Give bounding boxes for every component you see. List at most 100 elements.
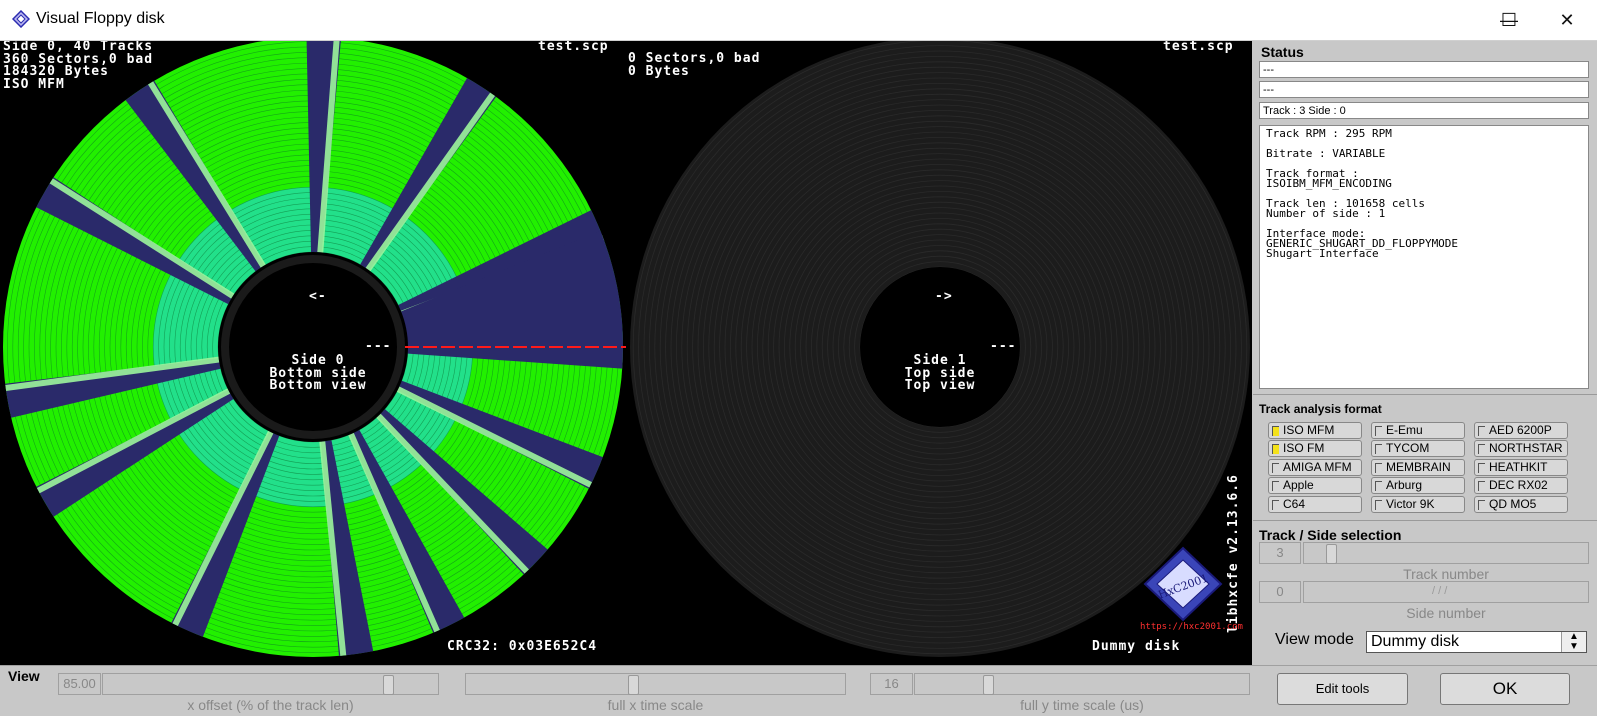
checkbox-icon xyxy=(1375,463,1382,473)
floppy-app-icon xyxy=(12,10,30,28)
format-label: ISO FM xyxy=(1283,441,1325,455)
track-number-slider[interactable] xyxy=(1303,542,1589,564)
crc-text: CRC32: 0x03E652C4 xyxy=(447,639,598,654)
status-field-3: Track : 3 Side : 0 xyxy=(1259,102,1589,119)
window-title: Visual Floppy disk xyxy=(36,10,165,27)
side0-filename: test.scp xyxy=(538,41,609,54)
disk-view-canvas[interactable]: Side 0, 40 Tracks 360 Sectors,0 bad 184320… xyxy=(0,41,1252,665)
checkbox-icon xyxy=(1375,500,1382,510)
checkbox-icon xyxy=(1375,481,1382,491)
format-checkbox-c64[interactable]: C64 xyxy=(1268,496,1362,513)
x-offset-slider[interactable] xyxy=(102,673,439,695)
status-field-2: --- xyxy=(1259,81,1589,98)
checkbox-icon xyxy=(1478,444,1485,454)
format-label: QD MO5 xyxy=(1489,497,1537,511)
status-line: Track RPM : 295 RPM xyxy=(1266,127,1392,140)
format-label: AED 6200P xyxy=(1489,423,1552,437)
view-bar: View 85.00 x offset (% of the track len)… xyxy=(0,665,1597,716)
y-time-scale-slider[interactable] xyxy=(914,673,1250,695)
x-offset-value[interactable]: 85.00 xyxy=(58,673,101,695)
checkbox-icon xyxy=(1272,426,1279,436)
format-label: DEC RX02 xyxy=(1489,478,1548,492)
format-checkbox-e-emu[interactable]: E-Emu xyxy=(1371,422,1465,439)
format-checkbox-victor-9k[interactable]: Victor 9K xyxy=(1371,496,1465,513)
side1-arrow: -> xyxy=(935,289,953,304)
status-field-1: --- xyxy=(1259,61,1589,78)
x-offset-label: x offset (% of the track len) xyxy=(187,697,354,713)
updown-arrow-icon[interactable]: ▲ ▼ xyxy=(1561,632,1586,652)
format-checkbox-heathkit[interactable]: HEATHKIT xyxy=(1474,459,1568,476)
x-offset-thumb[interactable] xyxy=(383,675,394,695)
side0-arrow: <- xyxy=(309,289,327,304)
format-checkbox-iso-mfm[interactable]: ISO MFM xyxy=(1268,422,1362,439)
url-link[interactable]: https://hxc2001.com xyxy=(1140,622,1243,632)
status-details: Track RPM : 295 RPM Bitrate : VARIABLE T… xyxy=(1259,125,1589,389)
status-title: Status xyxy=(1261,44,1304,60)
checkbox-icon xyxy=(1478,463,1485,473)
checkbox-icon xyxy=(1478,426,1485,436)
view-mode-value: Dummy disk xyxy=(1371,633,1460,650)
side1-info: 0 Sectors,0 bad 0 Bytes xyxy=(628,52,760,79)
x-time-scale-slider[interactable] xyxy=(465,673,846,695)
x-time-scale-label: full x time scale xyxy=(607,697,704,713)
format-label: MEMBRAIN xyxy=(1386,460,1451,474)
close-button[interactable]: ✕ xyxy=(1538,0,1596,40)
status-line: Bitrate : VARIABLE xyxy=(1266,147,1386,160)
maximize-button[interactable]: ☐ xyxy=(1480,0,1538,40)
y-time-scale-thumb[interactable] xyxy=(983,675,994,695)
format-checkbox-northstar[interactable]: NORTHSTAR xyxy=(1474,440,1568,457)
edit-tools-button[interactable]: Edit tools xyxy=(1277,673,1408,705)
side1-filename: test.scp xyxy=(1163,41,1234,54)
format-label: NORTHSTAR xyxy=(1489,441,1563,455)
format-checkbox-qd-mo5[interactable]: QD MO5 xyxy=(1474,496,1568,513)
track-number-label: Track number xyxy=(1403,566,1489,582)
version-text: libhxcfe v2.13.6.6 xyxy=(1226,474,1241,633)
format-checkbox-dec-rx02[interactable]: DEC RX02 xyxy=(1474,477,1568,494)
side0-info-line: ISO MFM xyxy=(3,76,65,92)
track-slider-thumb[interactable] xyxy=(1326,544,1337,564)
hxc-logo: HxC2001 xyxy=(1143,546,1223,622)
side1-info-line: 0 Bytes xyxy=(628,63,690,79)
track-number-value[interactable]: 3 xyxy=(1259,542,1301,564)
format-checkbox-amiga-mfm[interactable]: AMIGA MFM xyxy=(1268,459,1362,476)
format-label: C64 xyxy=(1283,497,1306,511)
checkbox-icon xyxy=(1272,481,1279,491)
format-checkbox-aed-6200p[interactable]: AED 6200P xyxy=(1474,422,1568,439)
side0-label: Bottom view xyxy=(269,378,367,393)
format-label: TYCOM xyxy=(1386,441,1430,455)
side1-labels: Side 1 Top side Top view xyxy=(880,354,1000,393)
format-checkbox-arburg[interactable]: Arburg xyxy=(1371,477,1465,494)
view-mode-label: View mode xyxy=(1275,631,1354,648)
format-label: Arburg xyxy=(1386,478,1423,492)
track-analysis-title: Track analysis format xyxy=(1259,402,1382,416)
y-time-scale-label: full y time scale (us) xyxy=(1020,697,1144,713)
status-line: ISOIBM_MFM_ENCODING xyxy=(1266,177,1392,190)
format-label: E-Emu xyxy=(1386,423,1423,437)
format-label: HEATHKIT xyxy=(1489,460,1548,474)
side0-dash: --- xyxy=(365,339,392,354)
side1-label: Top view xyxy=(904,378,976,393)
side0-labels: Side 0 Bottom side Bottom view xyxy=(258,354,378,393)
ok-button[interactable]: OK xyxy=(1440,673,1570,705)
checkbox-icon xyxy=(1478,500,1485,510)
view-mode-select[interactable]: Dummy disk ▲ ▼ xyxy=(1366,631,1587,653)
format-checkbox-tycom[interactable]: TYCOM xyxy=(1371,440,1465,457)
track-side-title: Track / Side selection xyxy=(1259,527,1402,543)
side-number-value[interactable]: 0 xyxy=(1259,581,1301,603)
checkbox-icon xyxy=(1272,463,1279,473)
format-checkbox-membrain[interactable]: MEMBRAIN xyxy=(1371,459,1465,476)
format-label: Victor 9K xyxy=(1386,497,1435,511)
format-checkbox-iso-fm[interactable]: ISO FM xyxy=(1268,440,1362,457)
disk-render xyxy=(3,41,1250,657)
maximize-icon: ☐ xyxy=(1500,9,1518,30)
status-line: Number of side : 1 xyxy=(1266,207,1386,220)
format-checkbox-apple[interactable]: Apple xyxy=(1268,477,1362,494)
x-time-scale-thumb[interactable] xyxy=(628,675,639,695)
y-time-value[interactable]: 16 xyxy=(870,673,913,695)
side-number-slider[interactable]: / / / xyxy=(1303,581,1589,603)
format-label: Apple xyxy=(1283,478,1314,492)
checkbox-icon xyxy=(1272,444,1279,454)
close-icon: ✕ xyxy=(1559,9,1575,30)
side-slider-grip[interactable]: / / / xyxy=(1432,585,1447,597)
title-bar: Visual Floppy disk — ☐ ✕ xyxy=(0,0,1597,41)
